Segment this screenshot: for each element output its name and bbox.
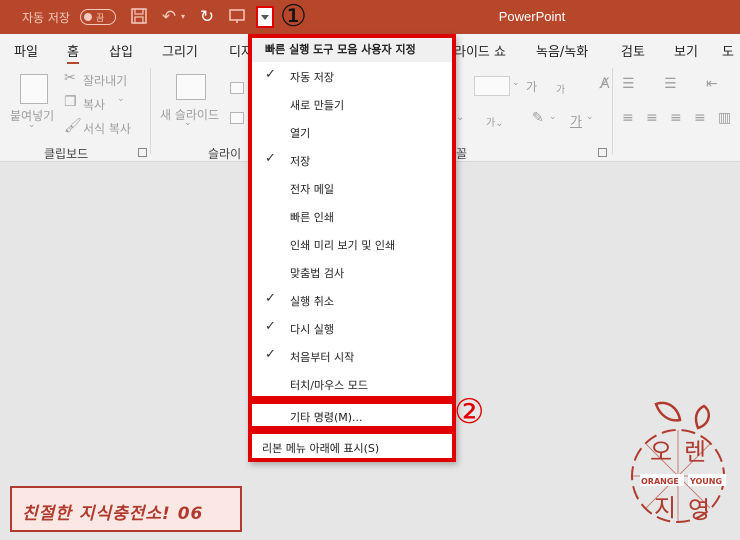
tab-file[interactable]: 파일 (14, 41, 38, 60)
change-case-icon[interactable]: 가⌄ (486, 114, 504, 129)
justify-icon[interactable]: ≡ (694, 110, 706, 126)
format-painter-icon: 🖌 (64, 118, 82, 134)
font-size-chevron-icon[interactable]: ⌄ (512, 78, 520, 88)
highlight-chevron-icon[interactable]: ⌄ (549, 112, 557, 122)
numbering-icon[interactable]: ☰ (664, 76, 677, 92)
logo-text-young: YOUNG (689, 477, 722, 486)
copy-label[interactable]: 복사 (83, 96, 105, 113)
font-color-button[interactable]: 가 (570, 111, 582, 130)
clear-format-icon[interactable]: A̸ (600, 76, 610, 92)
new-slide-icon[interactable] (176, 74, 206, 100)
format-painter-label[interactable]: 서식 복사 (83, 120, 131, 137)
group-divider (612, 68, 613, 154)
font-shrink-button[interactable]: 가 (556, 81, 565, 96)
align-right-icon[interactable]: ≡ (670, 110, 682, 126)
tab-more[interactable]: 도 (722, 41, 734, 60)
tab-home[interactable]: 홈 (67, 41, 79, 65)
layout-icon[interactable] (230, 82, 244, 94)
copy-icon: ❐ (64, 94, 77, 110)
scissors-icon: ✂ (64, 70, 76, 86)
paste-icon[interactable] (20, 74, 48, 104)
orange-young-logo: 오 렌 ORANGE YOUNG 지 영 (631, 401, 726, 524)
font-color-chevron-icon[interactable]: ⌄ (586, 112, 594, 122)
font-group-label: 꼴 (456, 147, 468, 161)
columns-icon[interactable]: ▥ (718, 110, 731, 126)
tab-slideshow[interactable]: 라이드 쇼 (454, 41, 506, 60)
section-icon[interactable] (230, 112, 244, 124)
tab-draw[interactable]: 그리기 (162, 41, 198, 60)
decrease-indent-icon[interactable]: ⇤ (706, 76, 718, 92)
annotation-number-2: ② (454, 392, 485, 432)
customize-qat-menu: 빠른 실행 도구 모음 사용자 지정 ✓ 자동 저장 새로 만들기 열기 ✓ 저장 … (248, 34, 456, 462)
cut-label[interactable]: 잘라내기 (83, 72, 127, 89)
bullets-icon[interactable]: ☰ (622, 76, 635, 92)
clipboard-group-label: 클립보드 (44, 147, 89, 161)
logo-leaf-icon (654, 401, 711, 430)
font-size-box[interactable] (474, 76, 510, 96)
tab-record[interactable]: 녹음/녹화 (536, 41, 588, 60)
app-title: PowerPoint (498, 9, 566, 24)
copy-chevron-icon[interactable]: ⌄ (117, 94, 125, 104)
align-center-icon[interactable]: ≡ (646, 110, 658, 126)
channel-banner: 친절한 지식충전소! 06 (10, 486, 242, 532)
logo-char-young: 영 (688, 496, 710, 524)
tab-insert[interactable]: 삽입 (109, 41, 133, 60)
slides-group-label: 슬라이 (208, 147, 242, 161)
highlight-icon[interactable]: ✎ (532, 110, 544, 126)
logo-char-ren: 렌 (684, 438, 706, 466)
logo-char-ji: 지 (654, 494, 676, 522)
highlight-box-items (248, 34, 456, 400)
clipboard-launcher-icon[interactable] (138, 148, 147, 157)
logo-char-o: 오 (650, 438, 672, 466)
highlight-box-more-commands (248, 400, 456, 430)
new-slide-chevron-icon[interactable]: ⌄ (184, 118, 192, 128)
title-bar: 자동 저장 끔 ↶ ▾ ↻ ① PowerPoint (0, 0, 740, 34)
logo-text-orange: ORANGE (641, 477, 679, 486)
paste-chevron-icon[interactable]: ⌄ (28, 120, 36, 130)
tab-review[interactable]: 검토 (621, 41, 645, 60)
group-divider (150, 68, 151, 154)
align-left-icon[interactable]: ≡ (622, 110, 634, 126)
tab-view[interactable]: 보기 (674, 41, 698, 60)
font-launcher-icon[interactable] (598, 148, 607, 157)
font-grow-button[interactable]: 가 (526, 78, 537, 95)
spacing-chevron-icon[interactable]: ⌄ (456, 112, 464, 123)
highlight-box-show-below (248, 430, 456, 462)
